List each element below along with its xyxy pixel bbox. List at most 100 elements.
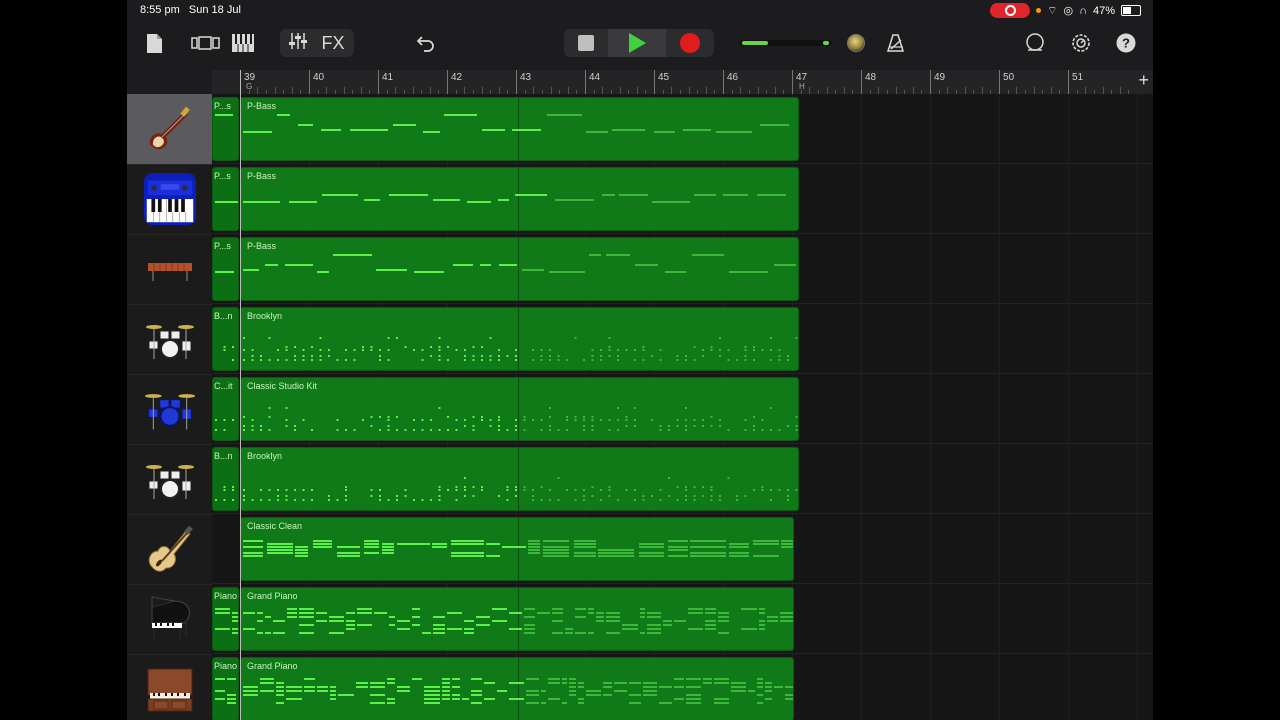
midi-note [215, 612, 230, 614]
metronome-icon[interactable] [884, 29, 908, 57]
bar-tick [585, 70, 586, 94]
midi-note [289, 201, 317, 203]
undo-icon[interactable] [415, 29, 437, 57]
midi-note [569, 690, 576, 692]
keyboard-icon[interactable] [231, 29, 255, 57]
region-stub[interactable]: Piano [212, 587, 239, 651]
midi-note [413, 499, 415, 501]
timeline-ruler[interactable]: + 39 40 41 42 43 44 45 46 47 48 49 50 51 G H [212, 70, 1153, 95]
midi-note [412, 616, 420, 618]
region[interactable]: Brooklyn [240, 447, 799, 511]
region-stub[interactable]: B...n [212, 447, 239, 511]
region[interactable]: P-Bass [240, 97, 799, 161]
screen-recording-icon[interactable] [990, 3, 1031, 18]
region-stub[interactable]: P...s [212, 97, 239, 161]
midi-note [413, 349, 415, 351]
track-header[interactable] [127, 234, 212, 305]
midi-note [523, 489, 526, 491]
track-header[interactable] [127, 514, 212, 585]
midi-note [757, 686, 763, 688]
master-volume-knob[interactable] [846, 29, 866, 57]
track-header[interactable] [127, 94, 212, 165]
region-stub[interactable]: P...s [212, 167, 239, 231]
midi-note [647, 628, 661, 630]
track-header[interactable] [127, 444, 212, 515]
midi-note [543, 540, 569, 542]
midi-note [364, 199, 380, 201]
tracks-area[interactable]: P...s P-Bass P...s P-Bass P...s P-Bass B...n Br… [212, 94, 1153, 720]
midi-note [451, 540, 484, 542]
midi-note [223, 346, 226, 348]
add-section-button[interactable]: + [1138, 70, 1149, 91]
midi-note [277, 489, 279, 491]
midi-note [304, 686, 315, 688]
mixer-fx-group: FX [280, 29, 354, 57]
settings-icon[interactable] [1069, 29, 1093, 57]
midi-note [260, 359, 262, 361]
fx-button[interactable]: FX [321, 33, 344, 54]
midi-note [345, 349, 347, 351]
midi-note [718, 616, 729, 618]
region[interactable]: Classic Clean [240, 517, 794, 581]
midi-note [442, 694, 450, 696]
track-header[interactable] [127, 654, 212, 720]
loop-icon[interactable] [1023, 29, 1047, 57]
midi-note [705, 624, 716, 626]
region-stub[interactable]: B...n [212, 307, 239, 371]
midi-note [302, 419, 305, 421]
grand-piano-icon [144, 593, 196, 645]
section-marker-start[interactable]: G [246, 82, 252, 91]
midi-note [685, 499, 687, 501]
midi-note [464, 486, 466, 488]
track-header[interactable] [127, 374, 212, 445]
view-switch-icon[interactable] [189, 29, 223, 57]
midi-note [569, 686, 576, 688]
bar-gridline [930, 94, 931, 720]
midi-note [243, 540, 263, 542]
midi-note [647, 632, 661, 634]
record-icon[interactable] [666, 33, 714, 53]
region[interactable]: P-Bass [240, 167, 799, 231]
bar-number: 43 [520, 72, 532, 83]
region[interactable]: Classic Studio Kit [240, 377, 799, 441]
stop-icon[interactable] [564, 35, 608, 51]
document-icon[interactable] [143, 29, 165, 57]
midi-note [526, 690, 539, 692]
midi-note [524, 628, 535, 630]
track-header[interactable] [127, 164, 212, 235]
region-stub[interactable]: P...s [212, 237, 239, 301]
midi-note [506, 429, 509, 431]
region[interactable]: Grand Piano [240, 657, 794, 720]
midi-note [643, 682, 657, 684]
mixer-icon[interactable] [289, 32, 308, 55]
bar-number: 48 [865, 72, 877, 83]
midi-note [393, 124, 416, 126]
region[interactable]: P-Bass [240, 237, 799, 301]
midi-note [608, 489, 611, 491]
region[interactable]: Brooklyn [240, 307, 799, 371]
midi-note [765, 690, 772, 692]
midi-note [472, 359, 475, 361]
midi-note [761, 489, 764, 491]
section-marker-end[interactable]: H [799, 82, 805, 91]
midi-note [294, 425, 296, 427]
midi-note [603, 686, 612, 688]
midi-note [600, 349, 602, 351]
region-stub[interactable]: C...it [212, 377, 239, 441]
midi-note [640, 616, 645, 618]
help-icon[interactable]: ? [1114, 29, 1138, 57]
midi-note [523, 429, 526, 431]
track-header[interactable] [127, 304, 212, 375]
beat-tick [809, 87, 811, 94]
region-stub[interactable]: Piano [212, 657, 239, 720]
playhead[interactable] [240, 70, 241, 720]
midi-note [357, 624, 372, 626]
midi-note [710, 416, 713, 418]
track-header[interactable] [127, 584, 212, 655]
midi-note [578, 698, 584, 700]
midi-note [464, 632, 474, 634]
region[interactable]: Grand Piano [240, 587, 794, 651]
midi-note [257, 612, 263, 614]
play-icon[interactable] [608, 29, 666, 57]
midi-note [543, 555, 569, 557]
